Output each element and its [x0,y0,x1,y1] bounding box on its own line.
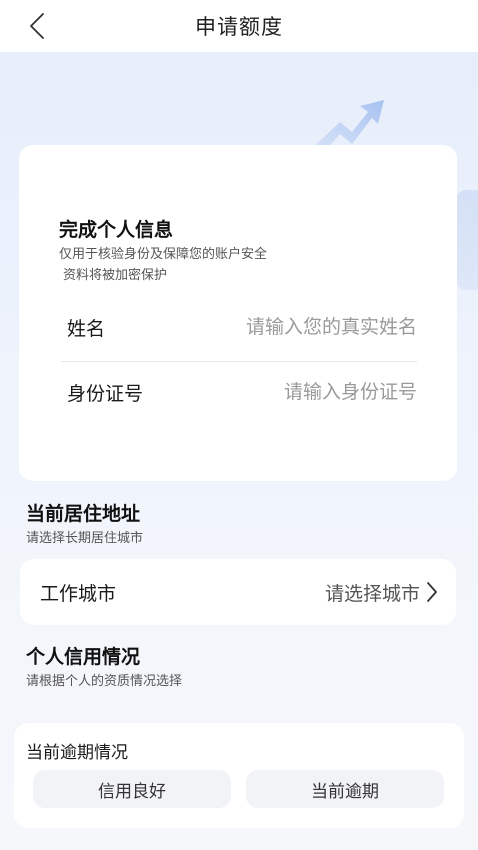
encryption-note: 资料将被加密保护 [63,268,168,283]
work-city-selector[interactable]: 工作城市 请选择城市 [20,559,456,625]
id-number-input[interactable] [197,381,417,403]
top-bar: 申请额度 [0,0,478,52]
chevron-left-icon [30,13,44,39]
page-title: 申请额度 [195,15,283,39]
work-city-label: 工作城市 [40,582,117,605]
name-input[interactable] [197,316,417,338]
currently-overdue-option[interactable]: 当前逾期 [246,770,444,808]
name-row: 姓名 [67,296,417,358]
back-button[interactable] [22,8,52,44]
credit-section-title: 个人信用情况 [26,646,141,668]
name-label: 姓名 [67,317,106,340]
work-city-value: 请选择城市 [324,582,420,605]
good-credit-option[interactable]: 信用良好 [33,770,231,808]
address-section-subtitle: 请选择长期居住城市 [26,531,144,546]
work-city-value-group: 请选择城市 [325,579,438,606]
security-note: 仅用于核验身份及保障您的账户安全 [59,247,268,262]
id-number-label: 身份证号 [67,382,144,405]
chevron-right-icon [427,582,437,602]
personal-info-heading: 完成个人信息 [59,219,174,241]
overdue-status-label: 当前逾期情况 [26,743,128,763]
id-number-row: 身份证号 [67,361,417,423]
address-section-title: 当前居住地址 [26,503,141,525]
personal-info-card: 完成个人信息 仅用于核验身份及保障您的账户安全 资料将被加密保护 姓名 身份证号 [19,145,457,481]
credit-card: 当前逾期情况 信用良好 当前逾期 [14,723,464,828]
credit-section-subtitle: 请根据个人的资质情况选择 [26,674,183,689]
decorative-shape [456,190,478,290]
